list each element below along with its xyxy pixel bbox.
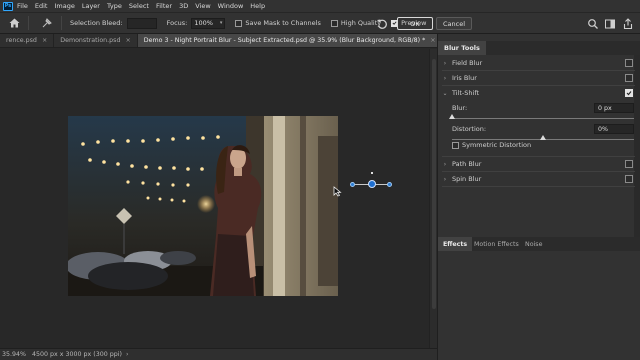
blur-item-path-blur[interactable]: › Path Blur <box>438 157 635 171</box>
tilt-shift-handle-left[interactable] <box>350 182 355 187</box>
chevron-down-icon: ▾ <box>219 20 223 26</box>
symmetric-distortion-label: Symmetric Distortion <box>462 141 532 149</box>
tilt-shift-handle-right[interactable] <box>387 182 392 187</box>
tab-label: Demo 3 - Night Portrait Blur - Subject E… <box>143 37 426 44</box>
blur-pin-tool-icon[interactable] <box>41 17 53 29</box>
blur-slider-thumb[interactable] <box>449 114 455 119</box>
field-blur-checkbox[interactable] <box>625 59 633 67</box>
selection-bleed-input[interactable] <box>126 17 157 29</box>
menu-filter[interactable]: Filter <box>156 2 172 10</box>
blur-pin-center[interactable] <box>368 180 376 188</box>
canvas-vertical-scrollbar[interactable] <box>429 49 437 348</box>
tab-demo-3[interactable]: Demo 3 - Night Portrait Blur - Subject E… <box>137 34 443 47</box>
separator <box>28 16 29 30</box>
menu-3d[interactable]: 3D <box>179 2 188 10</box>
high-quality-checkbox-row[interactable]: High Quality <box>330 19 381 27</box>
blur-tools-panel: Blur Tools › Field Blur › Iris Blur ⌄ Ti… <box>437 34 640 360</box>
blur-item-label: Path Blur <box>452 160 482 168</box>
chevron-right-icon[interactable]: › <box>438 60 452 67</box>
menu-bar: Ps File Edit Image Layer Type Select Fil… <box>0 0 640 12</box>
selection-bleed-label: Selection Bleed: <box>70 19 123 27</box>
menu-type[interactable]: Type <box>107 2 122 10</box>
options-bar: Selection Bleed: Focus: 100% ▾ Save Mask… <box>0 12 640 34</box>
menu-select[interactable]: Select <box>129 2 149 10</box>
tab-demonstration[interactable]: Demonstration.psd × <box>54 34 138 47</box>
menu-edit[interactable]: Edit <box>35 2 48 10</box>
cancel-button[interactable]: Cancel <box>436 17 472 30</box>
tilt-shift-checkbox[interactable] <box>625 89 633 97</box>
document-info: 4500 px x 3000 px (300 ppi) <box>32 351 122 358</box>
cursor-icon <box>333 186 342 199</box>
blur-item-field-blur[interactable]: › Field Blur <box>438 56 635 70</box>
chevron-down-icon[interactable]: ⌄ <box>438 90 452 97</box>
distortion-slider-thumb[interactable] <box>540 135 546 140</box>
status-chevron-icon[interactable]: › <box>126 351 129 358</box>
menu-file[interactable]: File <box>17 2 28 10</box>
tab-blur-tools[interactable]: Blur Tools <box>438 41 486 55</box>
blur-label: Blur: <box>452 104 468 112</box>
blur-item-label: Field Blur <box>452 59 483 67</box>
status-bar: 35.94% 4500 px x 3000 px (300 ppi) › <box>0 348 437 360</box>
workspace-icon[interactable] <box>604 18 616 30</box>
reset-icon[interactable] <box>376 18 388 30</box>
menu-layer[interactable]: Layer <box>82 2 100 10</box>
path-blur-checkbox[interactable] <box>625 160 633 168</box>
separator <box>61 16 62 30</box>
distortion-label: Distortion: <box>452 125 487 133</box>
blur-item-iris-blur[interactable]: › Iris Blur <box>438 71 635 85</box>
scrollbar-thumb[interactable] <box>432 59 436 309</box>
divider <box>442 186 635 187</box>
high-quality-checkbox[interactable] <box>330 19 338 27</box>
zoom-level[interactable]: 35.94% <box>2 351 26 358</box>
symmetric-distortion-row[interactable]: Symmetric Distortion <box>452 141 531 149</box>
tab-noise[interactable]: Noise <box>520 237 547 251</box>
menu-window[interactable]: Window <box>218 2 244 10</box>
night-portrait-photo <box>68 116 338 296</box>
chevron-right-icon[interactable]: › <box>438 75 452 82</box>
effects-panel-body <box>438 251 640 360</box>
tab-motion-effects[interactable]: Motion Effects <box>469 237 524 251</box>
focus-label: Focus: <box>166 19 188 27</box>
focus-input[interactable]: 100% ▾ <box>191 17 226 29</box>
save-mask-label: Save Mask to Channels <box>245 19 321 27</box>
blur-item-label: Tilt-Shift <box>452 89 480 97</box>
ok-button[interactable]: OK <box>397 17 433 30</box>
chevron-right-icon[interactable]: › <box>438 176 452 183</box>
chevron-right-icon[interactable]: › <box>438 161 452 168</box>
save-mask-checkbox-row[interactable]: Save Mask to Channels <box>235 19 321 27</box>
blur-item-label: Spin Blur <box>452 175 482 183</box>
photoshop-logo: Ps <box>3 1 13 11</box>
menu-image[interactable]: Image <box>54 2 74 10</box>
distortion-input[interactable]: 0% <box>594 124 634 134</box>
menu-help[interactable]: Help <box>250 2 265 10</box>
blur-item-spin-blur[interactable]: › Spin Blur <box>438 172 635 186</box>
focus-value: 100% <box>194 19 213 27</box>
blur-item-label: Iris Blur <box>452 74 477 82</box>
document-image[interactable] <box>68 116 338 296</box>
symmetric-distortion-checkbox[interactable] <box>452 141 459 149</box>
blur-amount-input[interactable]: 0 px <box>594 103 634 113</box>
iris-blur-checkbox[interactable] <box>625 74 633 82</box>
pin-rotation-dot[interactable] <box>371 172 373 174</box>
home-icon[interactable] <box>8 17 20 29</box>
share-icon[interactable] <box>622 18 634 30</box>
close-icon[interactable]: × <box>125 37 130 44</box>
menu-view[interactable]: View <box>195 2 210 10</box>
close-icon[interactable]: × <box>430 37 435 44</box>
tab-label: rence.psd <box>6 37 37 44</box>
close-icon[interactable]: × <box>42 37 47 44</box>
document-tab-bar: rence.psd × Demonstration.psd × Demo 3 -… <box>0 34 443 48</box>
tab-label: Demonstration.psd <box>60 37 121 44</box>
tab-effects[interactable]: Effects <box>438 237 473 251</box>
spin-blur-checkbox[interactable] <box>625 175 633 183</box>
blur-slider-track[interactable] <box>452 118 634 119</box>
search-icon[interactable] <box>587 18 599 30</box>
blur-item-tilt-shift[interactable]: ⌄ Tilt-Shift <box>438 86 635 100</box>
tab-reference[interactable]: rence.psd × <box>0 34 55 47</box>
save-mask-checkbox[interactable] <box>235 19 243 27</box>
